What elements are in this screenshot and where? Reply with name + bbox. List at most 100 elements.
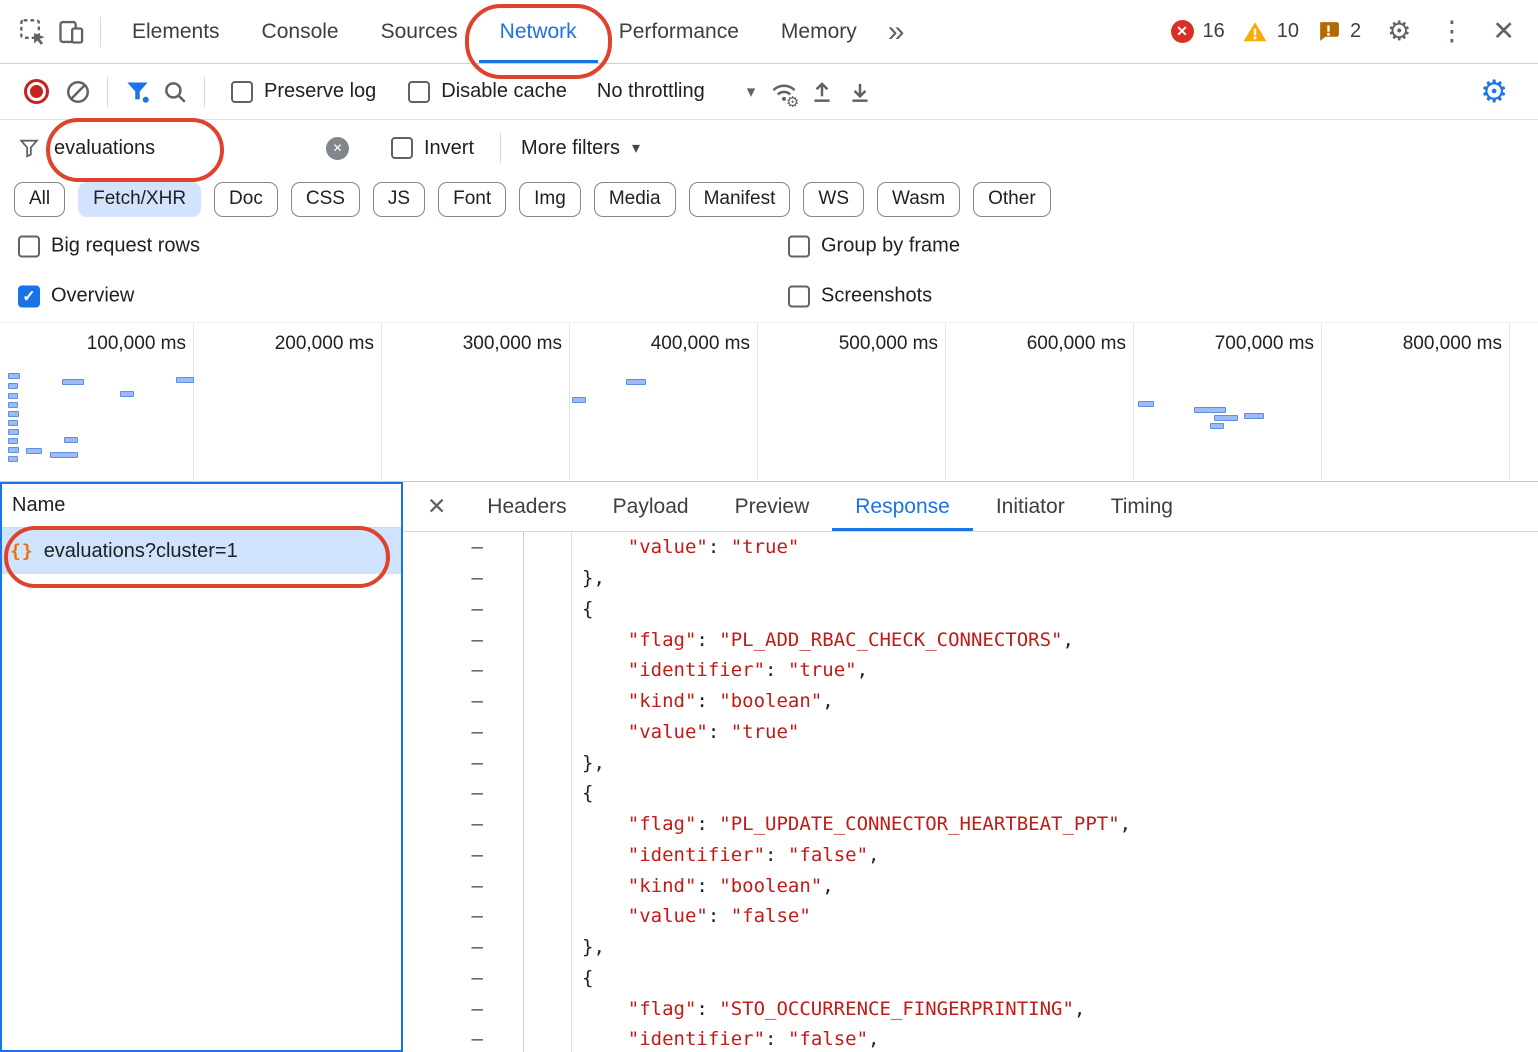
code-line-row: –}, xyxy=(403,932,1538,963)
overview-label: Overview xyxy=(51,285,134,308)
fold-marker[interactable]: – xyxy=(403,1028,523,1050)
fold-marker[interactable]: – xyxy=(403,721,523,743)
network-conditions-icon[interactable]: ⚙ xyxy=(765,72,803,112)
detail-tab-initiator[interactable]: Initiator xyxy=(973,482,1088,531)
preserve-log-checkbox[interactable] xyxy=(231,81,253,103)
fold-marker[interactable]: – xyxy=(403,905,523,927)
group-by-frame-label: Group by frame xyxy=(821,235,960,258)
timeline-bar xyxy=(8,411,19,417)
filter-chip-fetch-xhr[interactable]: Fetch/XHR xyxy=(78,182,201,217)
close-detail-icon[interactable]: ✕ xyxy=(415,493,464,520)
filter-chip-font[interactable]: Font xyxy=(438,182,506,217)
preserve-log-label: Preserve log xyxy=(264,80,376,103)
error-icon[interactable]: ✕ xyxy=(1171,20,1194,43)
filter-chip-doc[interactable]: Doc xyxy=(214,182,278,217)
throttling-dropdown[interactable]: No throttling ▾ xyxy=(597,80,755,103)
clear-filter-icon[interactable]: ✕ xyxy=(326,137,349,160)
filter-chip-all[interactable]: All xyxy=(14,182,65,217)
fold-marker[interactable]: – xyxy=(403,659,523,681)
code-line-row: – "flag": "PL_UPDATE_CONNECTOR_HEARTBEAT… xyxy=(403,809,1538,840)
preserve-log-option[interactable]: Preserve log xyxy=(231,80,376,103)
kebab-menu-icon[interactable]: ⋮ xyxy=(1429,16,1474,47)
filter-chip-js[interactable]: JS xyxy=(373,182,425,217)
main-toolbar: ElementsConsoleSourcesNetworkPerformance… xyxy=(0,0,1538,64)
filter-icon[interactable] xyxy=(118,72,156,112)
fold-marker[interactable]: – xyxy=(403,875,523,897)
fold-marker[interactable]: – xyxy=(403,813,523,835)
warning-icon[interactable] xyxy=(1242,19,1268,45)
tab-sources[interactable]: Sources xyxy=(360,0,479,63)
detail-tab-response[interactable]: Response xyxy=(832,482,973,531)
filter-chip-manifest[interactable]: Manifest xyxy=(689,182,791,217)
big-request-rows-checkbox[interactable] xyxy=(18,235,40,257)
fold-marker[interactable]: – xyxy=(403,536,523,558)
fold-marker[interactable]: – xyxy=(403,844,523,866)
name-column-header[interactable]: Name xyxy=(0,482,402,528)
close-devtools-icon[interactable]: ✕ xyxy=(1483,16,1524,47)
screenshots-option[interactable]: Screenshots xyxy=(788,285,932,308)
fold-marker[interactable]: – xyxy=(403,752,523,774)
tab-memory[interactable]: Memory xyxy=(760,0,878,63)
fold-marker[interactable]: – xyxy=(403,598,523,620)
chevron-down-icon: ▾ xyxy=(747,82,756,102)
code-line-row: –{ xyxy=(403,594,1538,625)
group-by-frame-option[interactable]: Group by frame xyxy=(788,235,960,258)
import-har-icon[interactable] xyxy=(803,72,841,112)
disable-cache-checkbox[interactable] xyxy=(408,81,430,103)
filter-chip-css[interactable]: CSS xyxy=(291,182,360,217)
chevron-down-icon: ▾ xyxy=(632,138,640,158)
filter-chip-img[interactable]: Img xyxy=(519,182,581,217)
toolbar-divider xyxy=(500,133,501,163)
filter-chip-ws[interactable]: WS xyxy=(803,182,864,217)
code-line-row: – "kind": "boolean", xyxy=(403,870,1538,901)
detail-tab-timing[interactable]: Timing xyxy=(1088,482,1196,531)
record-button[interactable] xyxy=(24,79,49,104)
filter-chip-wasm[interactable]: Wasm xyxy=(877,182,960,217)
network-overview[interactable]: 100,000 ms200,000 ms300,000 ms400,000 ms… xyxy=(0,322,1538,482)
overview-checkbox[interactable] xyxy=(18,285,40,307)
fold-marker[interactable]: – xyxy=(403,782,523,804)
filter-chip-media[interactable]: Media xyxy=(594,182,676,217)
timeline-bar xyxy=(50,452,78,458)
invert-option[interactable]: Invert xyxy=(391,137,474,160)
fold-marker[interactable]: – xyxy=(403,936,523,958)
fold-marker[interactable]: – xyxy=(403,690,523,712)
export-har-icon[interactable] xyxy=(841,72,879,112)
toolbar-divider xyxy=(100,17,101,47)
tab-performance[interactable]: Performance xyxy=(598,0,760,63)
fold-marker[interactable]: – xyxy=(403,629,523,651)
request-list: {}evaluations?cluster=1 xyxy=(0,528,402,574)
settings-gear-icon[interactable]: ⚙ xyxy=(1378,16,1420,47)
code-line: "kind": "boolean", xyxy=(523,690,834,712)
issues-icon[interactable] xyxy=(1316,19,1341,44)
code-line: "flag": "STO_OCCURRENCE_FINGERPRINTING", xyxy=(523,998,1085,1020)
search-icon[interactable] xyxy=(156,72,194,112)
detail-tab-payload[interactable]: Payload xyxy=(590,482,712,531)
clear-network-log-icon[interactable] xyxy=(59,72,97,112)
more-tabs-icon[interactable]: » xyxy=(878,15,915,49)
timeline-bar xyxy=(8,438,18,444)
fold-marker[interactable]: – xyxy=(403,967,523,989)
detail-tab-headers[interactable]: Headers xyxy=(464,482,589,531)
overview-option[interactable]: Overview xyxy=(18,285,134,308)
filter-input[interactable] xyxy=(54,137,326,160)
disable-cache-option[interactable]: Disable cache xyxy=(408,80,567,103)
invert-checkbox[interactable] xyxy=(391,137,413,159)
tab-elements[interactable]: Elements xyxy=(111,0,241,63)
network-settings-gear-icon[interactable]: ⚙ xyxy=(1480,74,1524,110)
request-row[interactable]: {}evaluations?cluster=1 xyxy=(0,528,402,574)
code-line: "flag": "PL_ADD_RBAC_CHECK_CONNECTORS", xyxy=(523,629,1074,651)
tab-network[interactable]: Network xyxy=(479,0,598,63)
more-filters-button[interactable]: More filters ▾ xyxy=(521,137,640,160)
group-by-frame-checkbox[interactable] xyxy=(788,235,810,257)
inspect-element-icon[interactable] xyxy=(14,12,52,52)
detail-tab-preview[interactable]: Preview xyxy=(712,482,833,531)
filter-chip-other[interactable]: Other xyxy=(973,182,1051,217)
fold-marker[interactable]: – xyxy=(403,998,523,1020)
fold-marker[interactable]: – xyxy=(403,567,523,589)
screenshots-checkbox[interactable] xyxy=(788,285,810,307)
big-request-rows-option[interactable]: Big request rows xyxy=(18,235,200,258)
tab-console[interactable]: Console xyxy=(241,0,360,63)
svg-text:⚙: ⚙ xyxy=(786,94,799,107)
device-toolbar-icon[interactable] xyxy=(52,12,90,52)
